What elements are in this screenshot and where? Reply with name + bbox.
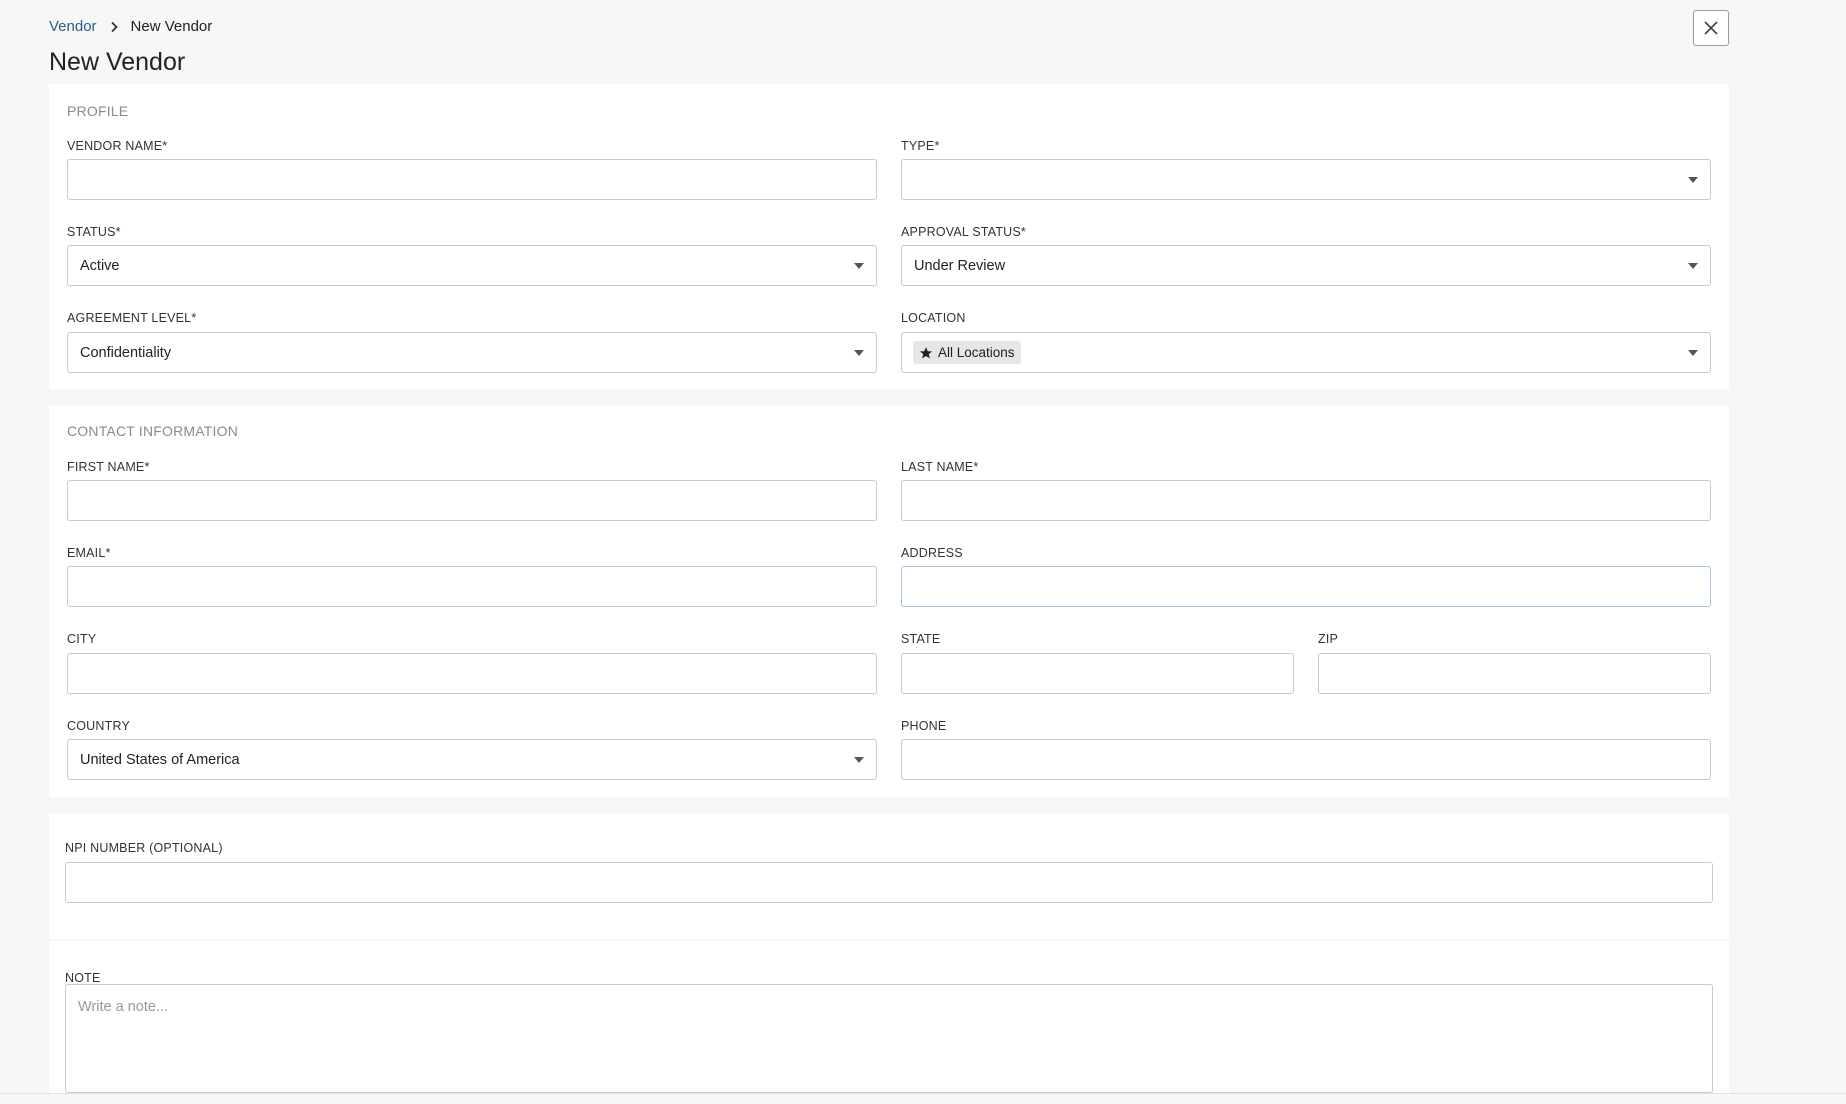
breadcrumb: Vendor New Vendor [49,18,212,35]
last-name-field[interactable] [901,480,1711,521]
approval-status-value: Under Review [914,257,1006,274]
address-label: ADDRESS [901,546,963,560]
location-chip-label: All Locations [938,345,1015,360]
close-icon [1704,21,1718,35]
caret-down-icon [1688,262,1698,269]
type-label: TYPE* [901,139,940,153]
page-title: New Vendor [49,48,186,76]
country-select[interactable]: United States of America [67,739,877,780]
vendor-name-label: VENDOR NAME* [67,139,168,153]
note-placeholder: Write a note... [78,999,168,1015]
country-label: COUNTRY [67,719,130,733]
note-textarea[interactable]: Write a note... [65,984,1713,1093]
country-value: United States of America [80,751,240,768]
npi-label: NPI NUMBER (OPTIONAL) [65,841,223,855]
location-select[interactable]: All Locations [901,332,1711,373]
zip-label: ZIP [1318,632,1339,646]
breadcrumb-vendor-link[interactable]: Vendor [49,18,97,35]
agreement-level-select[interactable]: Confidentiality [67,332,877,373]
status-select[interactable]: Active [67,245,877,286]
npi-section: NPI NUMBER (OPTIONAL) [49,813,1729,939]
city-label: CITY [67,632,97,646]
contact-section: CONTACT INFORMATION FIRST NAME* LAST NAM… [49,405,1729,797]
last-name-input[interactable] [914,481,1698,520]
npi-input[interactable] [78,863,1700,902]
contact-section-title: CONTACT INFORMATION [67,423,239,439]
zip-field[interactable] [1318,653,1711,694]
phone-field[interactable] [901,739,1711,780]
vendor-name-field[interactable] [67,159,877,200]
email-label: EMAIL* [67,546,111,560]
status-label: STATUS* [67,225,121,239]
caret-down-icon [854,349,864,356]
breadcrumb-current: New Vendor [130,18,213,35]
profile-section-title: PROFILE [67,103,129,119]
note-section: NOTE Write a note... [49,941,1729,1093]
email-field[interactable] [67,566,877,607]
first-name-field[interactable] [67,480,877,521]
profile-section: PROFILE VENDOR NAME* TYPE* STATUS* Activ… [49,84,1729,389]
city-input[interactable] [80,654,864,693]
status-value: Active [80,257,120,274]
chevron-right-icon [109,21,119,33]
address-field[interactable] [901,566,1711,607]
state-field[interactable] [901,653,1294,694]
vendor-name-input[interactable] [80,160,864,199]
zip-input[interactable] [1331,654,1698,693]
bottom-divider [0,1093,1846,1094]
approval-status-select[interactable]: Under Review [901,245,1711,286]
email-input[interactable] [80,567,864,606]
state-label: STATE [901,632,941,646]
agreement-level-value: Confidentiality [80,344,172,361]
address-input[interactable] [914,567,1698,606]
close-button[interactable] [1693,10,1729,46]
caret-down-icon [1688,176,1698,183]
phone-input[interactable] [914,740,1698,779]
location-chip[interactable]: All Locations [913,341,1021,364]
agreement-level-label: AGREEMENT LEVEL* [67,311,197,325]
caret-down-icon [1688,349,1698,356]
last-name-label: LAST NAME* [901,460,979,474]
npi-field[interactable] [65,862,1713,903]
caret-down-icon [854,756,864,763]
state-input[interactable] [914,654,1281,693]
star-icon [919,346,933,359]
caret-down-icon [854,262,864,269]
phone-label: PHONE [901,719,947,733]
first-name-input[interactable] [80,481,864,520]
location-label: LOCATION [901,311,966,325]
type-select[interactable] [901,159,1711,200]
approval-status-label: APPROVAL STATUS* [901,225,1026,239]
note-label: NOTE [65,971,101,985]
first-name-label: FIRST NAME* [67,460,150,474]
city-field[interactable] [67,653,877,694]
